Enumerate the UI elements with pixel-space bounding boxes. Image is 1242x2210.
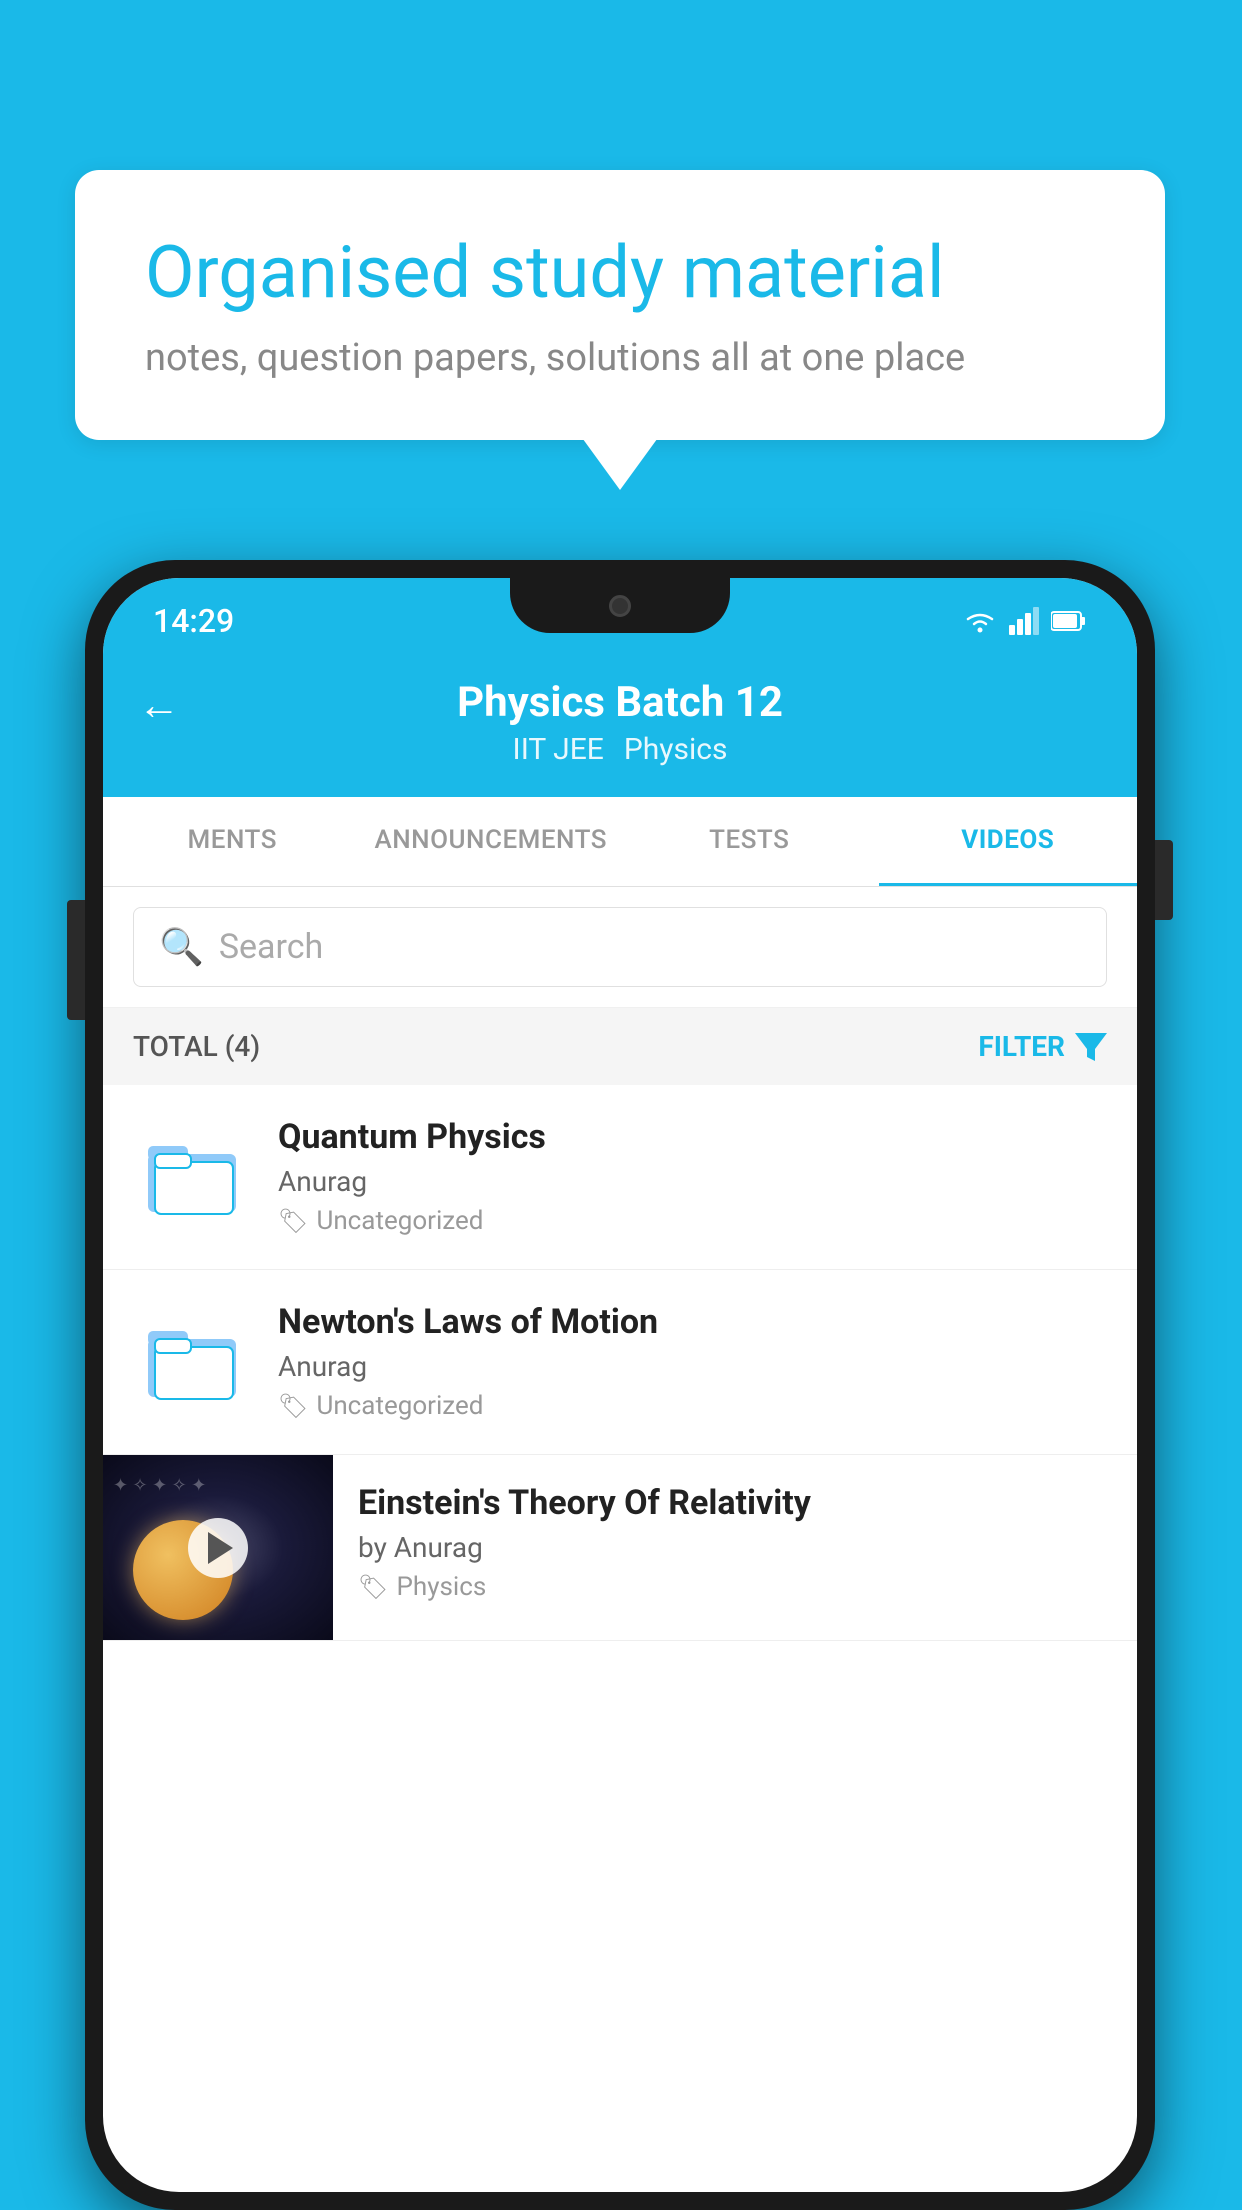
status-time: 14:29 (153, 602, 234, 640)
play-triangle-icon (208, 1532, 233, 1564)
filter-bar: TOTAL (4) FILTER (103, 1008, 1137, 1085)
filter-button[interactable]: FILTER (978, 1030, 1107, 1063)
list-item[interactable]: Quantum Physics Anurag 🏷 Uncategorized (103, 1085, 1137, 1270)
search-bar[interactable]: 🔍 Search (133, 907, 1107, 987)
video-thumbnail-3 (103, 1455, 333, 1640)
filter-icon (1075, 1033, 1107, 1061)
header-title: Physics Batch 12 (457, 678, 783, 727)
header-tag2: Physics (624, 732, 728, 767)
header-subtitle: IIT JEE Physics (513, 732, 728, 767)
video-thumb-2 (133, 1302, 253, 1422)
tag-icon-3: 🏷 (358, 1573, 388, 1601)
video-author-2: Anurag (278, 1350, 1107, 1383)
video-info-1: Quantum Physics Anurag 🏷 Uncategorized (278, 1117, 1107, 1236)
video-thumb-1 (133, 1117, 253, 1237)
header-tag1: IIT JEE (513, 732, 604, 767)
wifi-icon (963, 607, 997, 635)
battery-icon (1051, 610, 1087, 632)
tag-label-3: Physics (396, 1572, 486, 1602)
play-button[interactable] (188, 1518, 248, 1578)
tag-icon-1: 🏷 (278, 1207, 308, 1235)
total-count: TOTAL (4) (133, 1030, 260, 1063)
tag-label-1: Uncategorized (316, 1206, 483, 1236)
video-title-3: Einstein's Theory Of Relativity (358, 1483, 1112, 1523)
video-tag-3: 🏷 Physics (358, 1572, 1112, 1602)
video-tag-1: 🏷 Uncategorized (278, 1206, 1107, 1236)
list-item[interactable]: Newton's Laws of Motion Anurag 🏷 Uncateg… (103, 1270, 1137, 1455)
folder-icon-1 (143, 1132, 243, 1222)
back-button[interactable]: ← (138, 681, 180, 730)
bubble-title: Organised study material (145, 230, 1095, 316)
video-author-3: by Anurag (358, 1531, 1112, 1564)
app-header: ← Physics Batch 12 IIT JEE Physics (103, 653, 1137, 797)
tab-announcements[interactable]: ANNOUNCEMENTS (362, 797, 621, 886)
phone-screen: 14:29 (103, 578, 1137, 2192)
video-title-2: Newton's Laws of Motion (278, 1302, 1107, 1342)
filter-label: FILTER (978, 1030, 1065, 1063)
status-icons (963, 607, 1087, 635)
camera-dot (609, 595, 631, 617)
search-container: 🔍 Search (103, 887, 1137, 1008)
tab-documents[interactable]: MENTS (103, 797, 362, 886)
signal-icon (1009, 607, 1039, 635)
speech-bubble: Organised study material notes, question… (75, 170, 1165, 440)
tab-videos[interactable]: VIDEOS (879, 797, 1138, 886)
search-placeholder: Search (219, 927, 323, 967)
phone-notch (510, 578, 730, 633)
video-list: Quantum Physics Anurag 🏷 Uncategorized (103, 1085, 1137, 1641)
video-title-1: Quantum Physics (278, 1117, 1107, 1157)
video-author-1: Anurag (278, 1165, 1107, 1198)
folder-icon-2 (143, 1317, 243, 1407)
search-icon: 🔍 (159, 926, 204, 968)
video-tag-2: 🏷 Uncategorized (278, 1391, 1107, 1421)
phone-device: 14:29 (85, 560, 1155, 2210)
tabs-bar: MENTS ANNOUNCEMENTS TESTS VIDEOS (103, 797, 1137, 887)
video-info-3: Einstein's Theory Of Relativity by Anura… (333, 1455, 1137, 1630)
phone-outer: 14:29 (85, 560, 1155, 2210)
list-item[interactable]: Einstein's Theory Of Relativity by Anura… (103, 1455, 1137, 1641)
tab-tests[interactable]: TESTS (620, 797, 879, 886)
tag-icon-2: 🏷 (278, 1392, 308, 1420)
video-info-2: Newton's Laws of Motion Anurag 🏷 Uncateg… (278, 1302, 1107, 1421)
bubble-subtitle: notes, question papers, solutions all at… (145, 336, 1095, 380)
tag-label-2: Uncategorized (316, 1391, 483, 1421)
